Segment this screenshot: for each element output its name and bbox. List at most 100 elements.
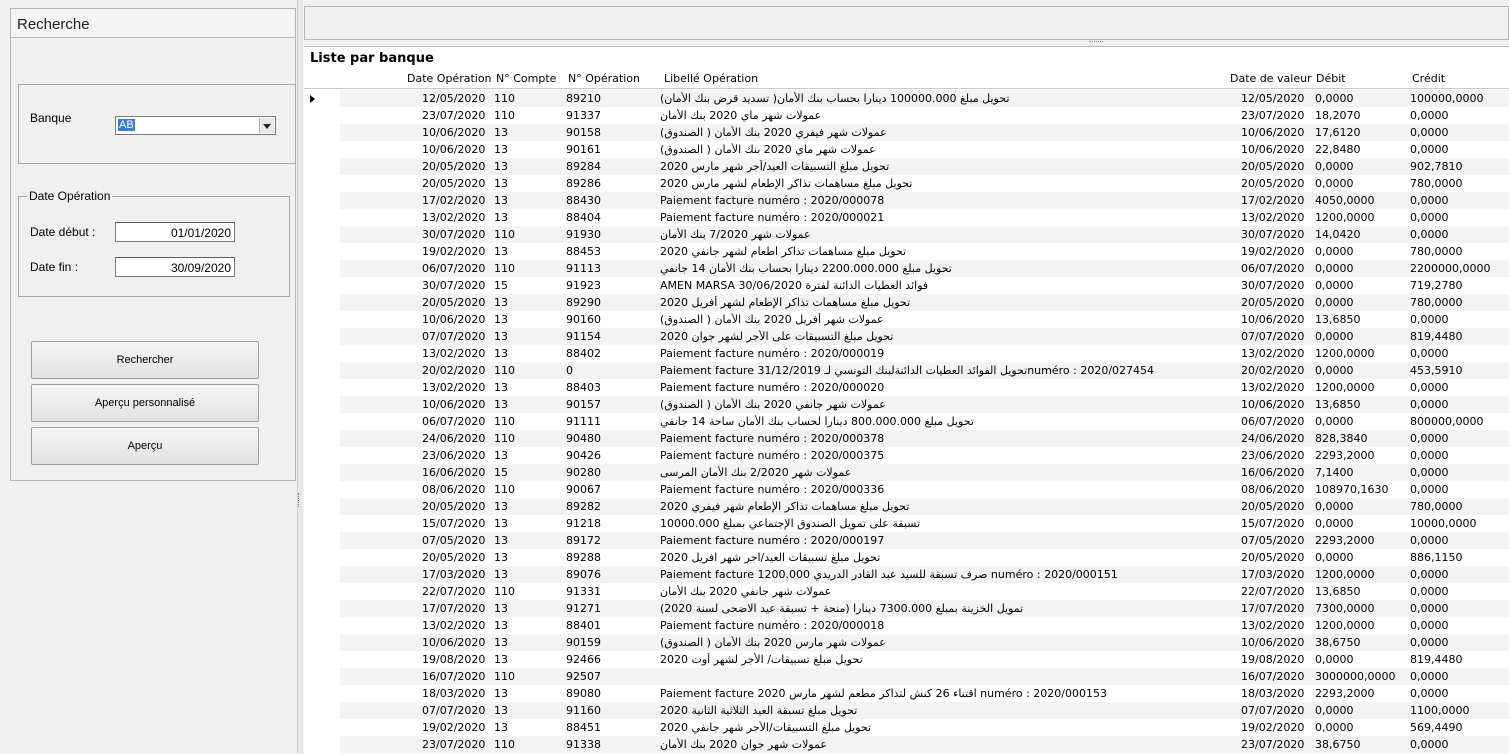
cell-date-valeur[interactable]: 20/05/2020 [1241, 500, 1304, 513]
cell-num-operation[interactable]: 92507 [566, 670, 601, 683]
cell-debit[interactable]: 828,3840 [1315, 432, 1368, 445]
cell-libelle[interactable]: Paiement facture numéro : 2020/000336 [660, 483, 1155, 496]
cell-debit[interactable]: 0,0000 [1315, 721, 1354, 734]
cell-date-operation[interactable]: 30/07/2020 [422, 228, 485, 241]
cell-libelle[interactable]: تحويل مبلغ تسبيقات/ الأجر لشهر أوت 2020 [660, 653, 1155, 666]
cell-date-operation[interactable]: 20/05/2020 [422, 177, 485, 190]
cell-date-valeur[interactable]: 20/05/2020 [1241, 160, 1304, 173]
cell-debit[interactable]: 0,0000 [1315, 551, 1354, 564]
cell-debit[interactable]: 0,0000 [1315, 415, 1354, 428]
cell-num-operation[interactable]: 90157 [566, 398, 601, 411]
cell-num-operation[interactable]: 0 [566, 364, 573, 377]
cell-date-valeur[interactable]: 23/06/2020 [1241, 449, 1304, 462]
cell-date-valeur[interactable]: 08/06/2020 [1241, 483, 1304, 496]
cell-date-operation[interactable]: 10/06/2020 [422, 143, 485, 156]
cell-num-compte[interactable]: 13 [494, 177, 508, 190]
chevron-down-icon[interactable] [259, 118, 274, 133]
cell-credit[interactable]: 0,0000 [1410, 483, 1449, 496]
cell-num-operation[interactable]: 88402 [566, 347, 601, 360]
table-row[interactable]: 13/02/2020 13 88401 Paiement facture numéro… [304, 617, 1509, 634]
cell-num-compte[interactable]: 13 [494, 687, 508, 700]
table-row[interactable]: 15/07/2020 13 91218 تسبقة على تمويل الصندوق… [304, 515, 1509, 532]
cell-num-operation[interactable]: 89076 [566, 568, 601, 581]
table-row[interactable]: 13/02/2020 13 88403 Paiement facture numéro… [304, 379, 1509, 396]
cell-num-operation[interactable]: 91111 [566, 415, 601, 428]
date-debut-field[interactable]: 01/01/2020 [115, 222, 235, 242]
cell-libelle[interactable]: عمولات شهر جانفي 2020 بنك الأمان [660, 585, 1155, 598]
cell-date-operation[interactable]: 18/03/2020 [422, 687, 485, 700]
cell-libelle[interactable]: تحويل مبلغ تسبيقات العيد/اجر شهر افريل 2… [660, 551, 1155, 564]
cell-debit[interactable]: 17,6120 [1315, 126, 1361, 139]
cell-credit[interactable]: 0,0000 [1410, 466, 1449, 479]
cell-date-valeur[interactable]: 23/07/2020 [1241, 738, 1304, 751]
cell-credit[interactable]: 0,0000 [1410, 534, 1449, 547]
cell-credit[interactable]: 100000,0000 [1410, 92, 1483, 105]
cell-date-operation[interactable]: 13/02/2020 [422, 619, 485, 632]
cell-libelle[interactable]: (عمولات شهر جانفي 2020 بنك الأمان ( الصن… [660, 398, 1155, 411]
cell-credit[interactable]: 0,0000 [1410, 568, 1449, 581]
cell-libelle[interactable]: تحويل مبلغ 2200.000.000 دينارا بحساب بنك… [660, 262, 1155, 275]
cell-date-operation[interactable]: 16/06/2020 [422, 466, 485, 479]
cell-credit[interactable]: 0,0000 [1410, 381, 1449, 394]
cell-debit[interactable]: 4050,0000 [1315, 194, 1375, 207]
cell-date-valeur[interactable]: 20/05/2020 [1241, 551, 1304, 564]
header-credit[interactable]: Crédit [1412, 72, 1445, 85]
cell-date-valeur[interactable]: 07/05/2020 [1241, 534, 1304, 547]
cell-credit[interactable]: 800000,0000 [1410, 415, 1483, 428]
header-date-valeur[interactable]: Date de valeur [1230, 72, 1312, 85]
cell-credit[interactable]: 1100,0000 [1410, 704, 1470, 717]
cell-libelle[interactable]: Paiement facture 1200.000 صرف تسبقة للسي… [660, 568, 1155, 581]
cell-num-compte[interactable]: 13 [494, 211, 508, 224]
cell-debit[interactable]: 0,0000 [1315, 704, 1354, 717]
cell-num-compte[interactable]: 110 [494, 228, 515, 241]
cell-num-compte[interactable]: 13 [494, 126, 508, 139]
cell-credit[interactable]: 0,0000 [1410, 126, 1449, 139]
cell-date-operation[interactable]: 16/07/2020 [422, 670, 485, 683]
cell-date-valeur[interactable]: 13/02/2020 [1241, 347, 1304, 360]
cell-libelle[interactable]: Paiement facture numéro : 2020/000197 [660, 534, 1155, 547]
cell-date-operation[interactable]: 06/07/2020 [422, 262, 485, 275]
cell-date-valeur[interactable]: 24/06/2020 [1241, 432, 1304, 445]
cell-debit[interactable]: 1200,0000 [1315, 347, 1375, 360]
cell-credit[interactable]: 2200000,0000 [1410, 262, 1490, 275]
cell-date-valeur[interactable]: 07/07/2020 [1241, 704, 1304, 717]
table-row[interactable]: 20/05/2020 13 89288 تحويل مبلغ تسبيقات العي… [304, 549, 1509, 566]
table-row[interactable]: 10/06/2020 13 90159 (عمولات شهر مارس 2020 ب… [304, 634, 1509, 651]
cell-num-compte[interactable]: 110 [494, 432, 515, 445]
table-row[interactable]: 24/06/2020 110 90480 Paiement facture numér… [304, 430, 1509, 447]
horizontal-splitter-grip-icon[interactable] [1089, 41, 1103, 44]
banque-select[interactable]: AB [115, 116, 276, 135]
cell-credit[interactable]: 0,0000 [1410, 432, 1449, 445]
cell-credit[interactable]: 0,0000 [1410, 398, 1449, 411]
cell-date-operation[interactable]: 15/07/2020 [422, 517, 485, 530]
cell-date-operation[interactable]: 19/02/2020 [422, 245, 485, 258]
cell-date-valeur[interactable]: 30/07/2020 [1241, 228, 1304, 241]
cell-date-operation[interactable]: 24/06/2020 [422, 432, 485, 445]
cell-num-compte[interactable]: 13 [494, 551, 508, 564]
cell-num-operation[interactable]: 90161 [566, 143, 601, 156]
cell-libelle[interactable]: تحويل مبلغ مساهمات تذاكر اطعام لشهر جانف… [660, 245, 1155, 258]
table-row[interactable]: 17/03/2020 13 89076 Paiement facture 1200.0… [304, 566, 1509, 583]
cell-debit[interactable]: 13,6850 [1315, 398, 1361, 411]
cell-date-valeur[interactable]: 10/06/2020 [1241, 313, 1304, 326]
table-row[interactable]: 17/07/2020 13 91271 (تمويل الخزينة بمبلغ 73… [304, 600, 1509, 617]
cell-libelle[interactable]: تحويل مبلغ 800.000.000 دينارا لحساب بنك … [660, 415, 1155, 428]
cell-num-compte[interactable]: 13 [494, 330, 508, 343]
cell-date-valeur[interactable]: 07/07/2020 [1241, 330, 1304, 343]
cell-date-valeur[interactable]: 10/06/2020 [1241, 636, 1304, 649]
cell-date-valeur[interactable]: 13/02/2020 [1241, 619, 1304, 632]
cell-debit[interactable]: 0,0000 [1315, 330, 1354, 343]
cell-num-operation[interactable]: 92466 [566, 653, 601, 666]
cell-num-compte[interactable]: 13 [494, 517, 508, 530]
table-row[interactable]: 23/06/2020 13 90426 Paiement facture numéro… [304, 447, 1509, 464]
cell-date-valeur[interactable]: 10/06/2020 [1241, 126, 1304, 139]
cell-num-operation[interactable]: 89290 [566, 296, 601, 309]
cell-date-operation[interactable]: 12/05/2020 [422, 92, 485, 105]
cell-num-operation[interactable]: 88403 [566, 381, 601, 394]
cell-debit[interactable]: 3000000,0000 [1315, 670, 1395, 683]
table-row[interactable]: 07/05/2020 13 89172 Paiement facture numéro… [304, 532, 1509, 549]
cell-date-valeur[interactable]: 17/03/2020 [1241, 568, 1304, 581]
cell-libelle[interactable]: تحويل مبلغ مساهمات تذاكر الإطعام شهر فيف… [660, 500, 1155, 513]
table-row[interactable]: 16/07/2020 110 92507 16/07/2020 3000000,0000… [304, 668, 1509, 685]
table-row[interactable]: 06/07/2020 110 91111 تحويل مبلغ 800.000.000… [304, 413, 1509, 430]
